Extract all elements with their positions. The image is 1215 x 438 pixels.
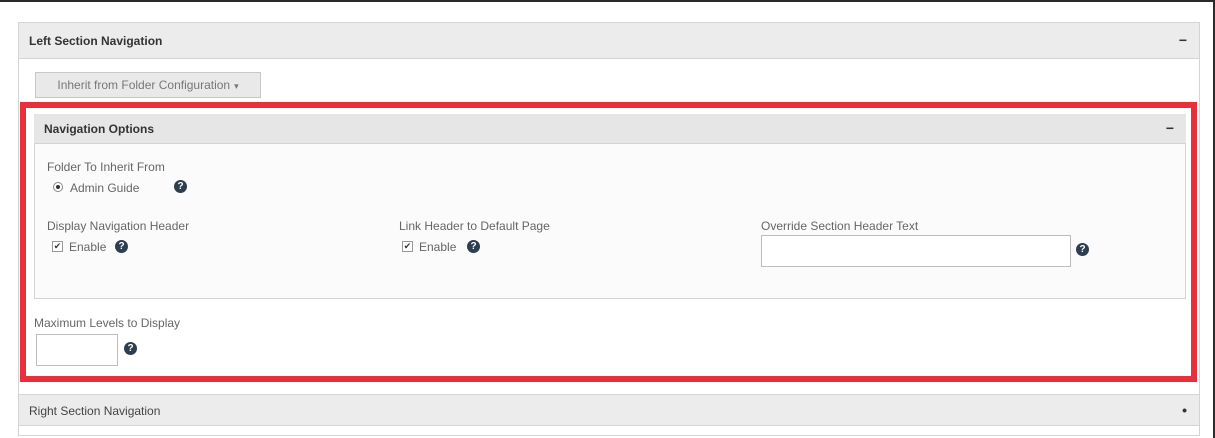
right-section-navigation-header[interactable]: Right Section Navigation • (19, 394, 1199, 426)
collapse-icon[interactable]: − (1179, 32, 1187, 48)
left-section-navigation-title: Left Section Navigation (29, 34, 163, 48)
inherit-config-dropdown-label: Inherit from Folder Configuration (57, 78, 231, 92)
expand-icon[interactable]: • (1182, 402, 1187, 418)
caret-down-icon: ▾ (234, 81, 239, 91)
left-section-navigation-header[interactable]: Left Section Navigation − (19, 23, 1199, 59)
window-border-top (0, 0, 1215, 2)
highlight-rectangle (20, 102, 1197, 382)
right-section-navigation-title: Right Section Navigation (29, 404, 161, 418)
inherit-config-dropdown[interactable]: Inherit from Folder Configuration ▾ (35, 72, 261, 98)
